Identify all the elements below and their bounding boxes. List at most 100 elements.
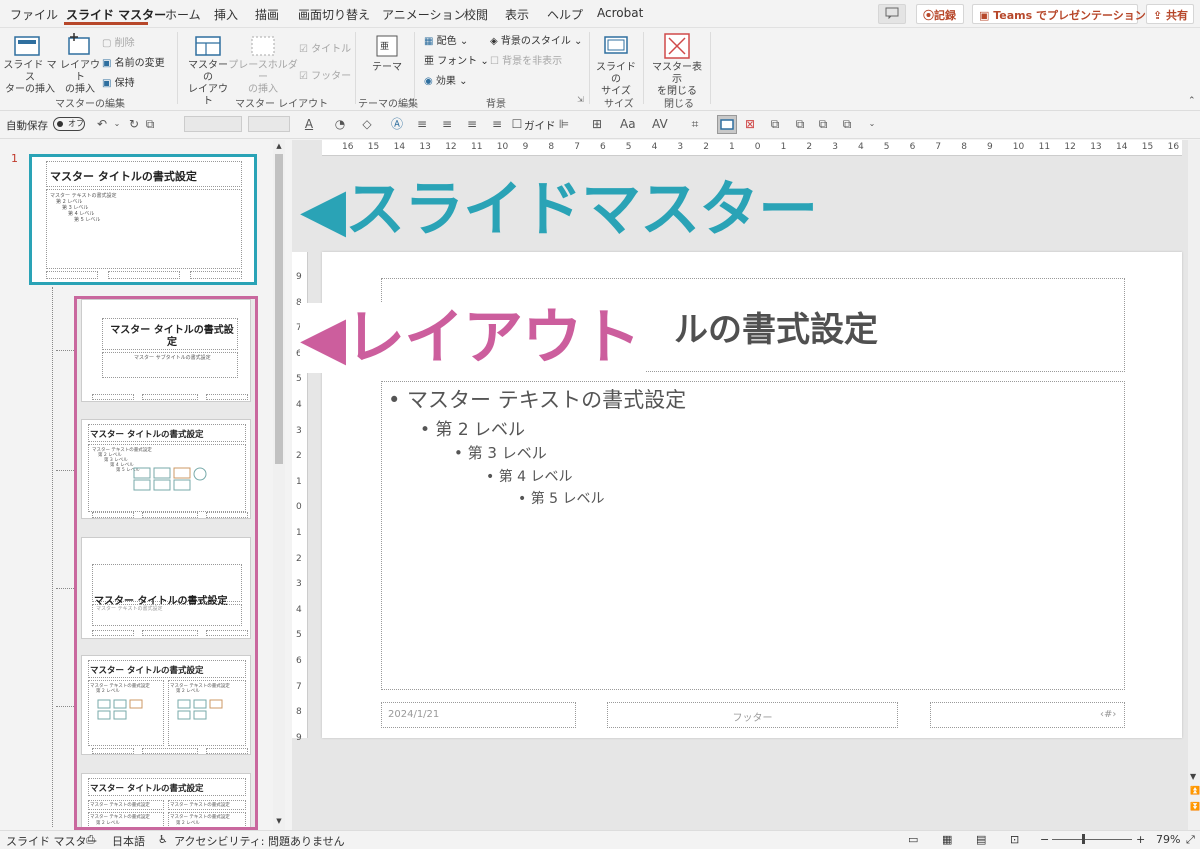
fonts-label: フォント — [437, 56, 478, 67]
separator — [355, 32, 356, 104]
tab-transitions[interactable]: 画面切り替え — [298, 6, 370, 23]
editor-scrollbar[interactable] — [1188, 140, 1200, 830]
slide-sorter-icon[interactable]: ▦ — [942, 833, 952, 846]
preserve-button[interactable]: ▣ 保持 — [102, 74, 135, 89]
slide-size-button[interactable] — [603, 34, 629, 58]
tab-review[interactable]: 校閲 — [464, 6, 488, 23]
page-number-placeholder[interactable] — [930, 702, 1125, 728]
slideshow-icon[interactable]: ⊡ — [1010, 833, 1019, 846]
slide-view-button[interactable] — [717, 115, 737, 134]
collapse-ribbon-icon[interactable]: ⌃ — [1188, 96, 1196, 106]
group-objects-icon[interactable]: ⊞ — [590, 117, 604, 131]
next-slide-icon[interactable]: ⏬ — [1190, 802, 1200, 811]
autosave-toggle[interactable]: オフ — [53, 117, 85, 131]
fit-slide-icon[interactable]: ⤢ — [1186, 833, 1195, 847]
ruler-label: 1 — [729, 142, 735, 152]
theme-button[interactable]: 亜 — [375, 34, 399, 58]
align-right-icon[interactable]: ≡ — [465, 117, 479, 131]
align-center-icon[interactable]: ≡ — [440, 117, 454, 131]
record-icon: ⦿ — [923, 9, 934, 22]
tab-acrobat[interactable]: Acrobat — [597, 6, 643, 20]
layout-thumbnail-section[interactable]: マスター タイトルの書式設定 マスター テキストの書式設定 — [81, 537, 251, 639]
redo-icon[interactable]: ↻ — [127, 117, 141, 131]
master-layout-button[interactable] — [194, 34, 222, 58]
selection-pane-icon[interactable]: ⧉ — [840, 117, 854, 131]
slide-size-label: スライドの サイズ — [596, 62, 636, 97]
effects-button[interactable]: ◉ 効果 ⌄ — [424, 72, 467, 87]
arrange-icon[interactable]: ⧉ — [816, 117, 830, 131]
preserve-label: 保持 — [114, 78, 135, 89]
customize-qat-icon[interactable]: ⌄ — [865, 117, 879, 131]
layout-thumbnail-two-content[interactable]: マスター タイトルの書式設定 マスター テキストの書式設定 マスター テキストの… — [81, 655, 251, 755]
align-left-icon[interactable]: ≡ — [415, 117, 429, 131]
close-view-icon[interactable]: ⊠ — [743, 117, 757, 131]
crop-icon[interactable]: ⌗ — [688, 117, 702, 131]
send-backward-icon[interactable]: ⧉ — [793, 117, 807, 131]
align-objects-icon[interactable]: ⊫ — [557, 117, 571, 131]
tab-view[interactable]: 表示 — [505, 6, 529, 23]
highlight-icon[interactable]: ◇ — [360, 117, 374, 131]
layout-thumbnail-content[interactable]: マスター タイトルの書式設定 マスター テキストの書式設定 第 2 レベル 第 … — [81, 419, 251, 519]
zoom-out-icon[interactable]: − — [1040, 833, 1049, 846]
textbox-icon[interactable]: Ⓐ — [390, 117, 404, 131]
undo-icon[interactable]: ↶ — [95, 117, 109, 131]
guide-checkbox[interactable]: ☐ — [510, 117, 524, 131]
prev-slide-icon[interactable]: ⏫ — [1190, 786, 1200, 795]
scroll-up-icon[interactable]: ▲ — [273, 142, 285, 152]
scroll-down-icon[interactable]: ▼ — [1190, 772, 1196, 781]
copy-format-icon[interactable]: ⧉ — [143, 117, 157, 131]
reading-view-icon[interactable]: ▤ — [976, 833, 986, 846]
insert-master-button[interactable] — [12, 34, 42, 58]
close-master-button[interactable] — [663, 32, 691, 60]
shape-fill-icon[interactable]: ◔ — [333, 117, 347, 131]
zoom-level[interactable]: 79% — [1156, 833, 1180, 846]
insert-placeholder-label: プレースホルダー の挿入 — [228, 60, 298, 95]
title-checkbox[interactable]: ☑ タイトル — [299, 40, 351, 55]
teams-present-button[interactable]: ▣ Teams でプレゼンテーション — [972, 4, 1146, 24]
bring-forward-icon[interactable]: ⧉ — [768, 117, 782, 131]
tab-home[interactable]: ホーム — [165, 6, 201, 23]
bg-styles-button[interactable]: ◈ 背景のスタイル ⌄ — [490, 32, 582, 47]
accessibility-icon[interactable]: ♿ — [158, 833, 168, 846]
share-button[interactable]: ⇪ 共有 — [1146, 4, 1194, 24]
zoom-slider[interactable] — [1052, 839, 1132, 840]
scroll-down-icon[interactable]: ▼ — [273, 817, 285, 827]
tab-animations[interactable]: アニメーション — [382, 6, 466, 23]
hide-bg-checkbox[interactable]: ☐ 背景を非表示 — [490, 52, 562, 67]
font-color-icon[interactable]: A — [302, 117, 316, 131]
zoom-in-icon[interactable]: + — [1136, 833, 1145, 846]
font-size-select[interactable] — [248, 116, 290, 132]
rename-button[interactable]: ▣ 名前の変更 — [102, 54, 165, 69]
layout-thumbnail-title[interactable]: マスター タイトルの書式設定 マスター サブタイトルの書式設定 — [81, 299, 251, 402]
tab-insert[interactable]: 挿入 — [214, 6, 238, 23]
justify-icon[interactable]: ≡ — [490, 117, 504, 131]
fonts-button[interactable]: 亜 フォント ⌄ — [424, 52, 489, 67]
zoom-slider-thumb[interactable] — [1082, 834, 1085, 844]
language-label[interactable]: 日本語 — [112, 833, 145, 849]
accessibility-status[interactable]: アクセシビリティ: 問題ありません — [174, 833, 345, 849]
tab-file[interactable]: ファイル — [10, 6, 58, 23]
layout-thumbnail-comparison[interactable]: マスター タイトルの書式設定 マスター テキストの書式設定 マスター テキストの… — [81, 773, 251, 827]
ruler-label: 13 — [419, 142, 431, 152]
colors-button[interactable]: ▦ 配色 ⌄ — [424, 32, 468, 47]
tab-slide-master[interactable]: スライド マスター — [66, 6, 166, 23]
text-case-icon[interactable]: Aa — [620, 117, 636, 131]
dialog-launcher-icon[interactable]: ⇲ — [577, 95, 584, 104]
footer-checkbox[interactable]: ☑ フッター — [299, 67, 351, 82]
chevron-down-icon[interactable]: ⌄ — [110, 117, 124, 131]
char-spacing-icon[interactable]: AV — [652, 117, 668, 131]
insert-layout-button[interactable] — [66, 32, 92, 58]
spellcheck-icon[interactable]: ⎙ — [86, 833, 95, 847]
font-name-select[interactable] — [184, 116, 242, 132]
tab-draw[interactable]: 描画 — [255, 6, 279, 23]
separator — [710, 32, 711, 104]
master-thumbnail[interactable]: マスター タイトルの書式設定 マスター テキストの書式設定 第 2 レベル 第 … — [29, 154, 257, 285]
tab-help[interactable]: ヘルプ — [547, 6, 583, 23]
thumb-title: マスター タイトルの書式設定 — [110, 325, 234, 348]
comment-button[interactable] — [878, 4, 906, 24]
scrollbar-thumb[interactable] — [275, 154, 283, 464]
normal-view-icon[interactable]: ▭ — [908, 833, 918, 846]
delete-button[interactable]: ▢ 削除 — [102, 34, 135, 49]
record-button[interactable]: ⦿記録 — [916, 4, 964, 24]
insert-placeholder-button[interactable] — [250, 34, 276, 58]
